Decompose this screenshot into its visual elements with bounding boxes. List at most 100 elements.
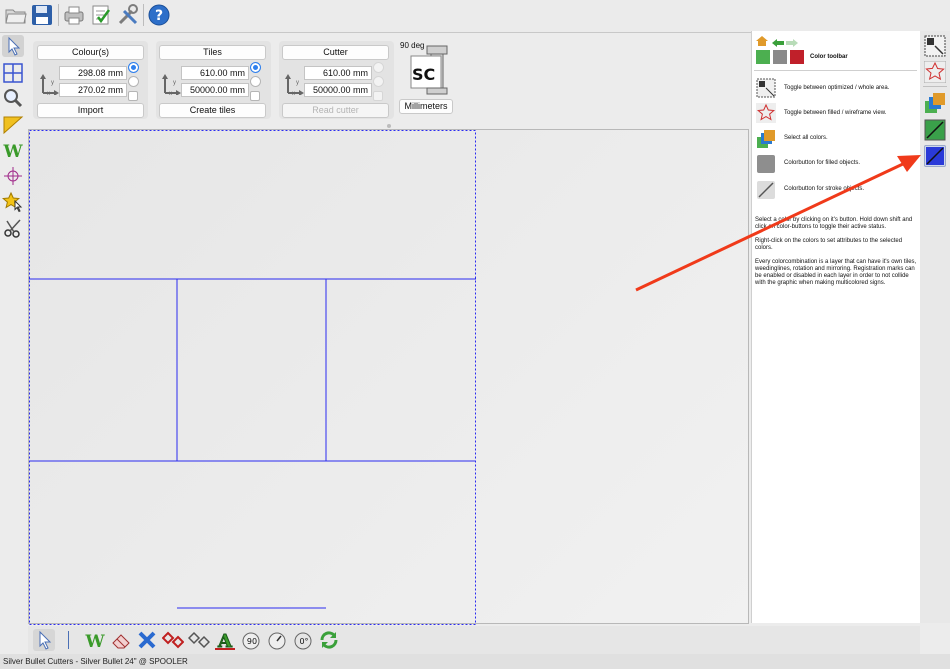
svg-text:y: y	[173, 80, 176, 86]
cutter-width-radio[interactable]	[373, 62, 384, 73]
colours-width-field[interactable]: 298.08 mm	[59, 66, 127, 80]
filled-color-icon	[756, 154, 776, 174]
back-arrow-icon[interactable]	[772, 34, 784, 47]
star-wireframe-icon	[756, 103, 776, 123]
colours-panel: Colour(s) yx 298.08 mm 270.02 mm Import	[33, 41, 148, 119]
help-paragraph: Every colorcombination is a layer that c…	[755, 259, 917, 286]
weeding-tool-icon[interactable]: W	[2, 139, 24, 162]
svg-text:?: ?	[155, 8, 163, 24]
tiling-canvas[interactable]	[28, 129, 749, 625]
registration-marks-off-icon[interactable]	[187, 629, 211, 651]
delete-x-icon[interactable]	[136, 629, 158, 651]
stroke-color-icon	[756, 180, 776, 200]
select-all-colors-icon	[756, 129, 776, 149]
help-paragraph: Right-click on the colors to set attribu…	[755, 238, 903, 251]
ruler-tool-icon[interactable]	[2, 113, 24, 135]
tiles-height-field[interactable]: 50000.00 mm	[181, 83, 249, 97]
tiles-height-radio[interactable]	[250, 76, 261, 87]
tiles-width-field[interactable]: 610.00 mm	[181, 66, 249, 80]
cutter-panel: Cutter yx 610.00 mm 50000.00 mm Read cut…	[279, 41, 394, 119]
dimension-axis-icon: yx	[282, 71, 304, 97]
dimension-axis-icon: yx	[159, 71, 181, 97]
help-item-text: Colorbutton for filled objects.	[784, 160, 861, 166]
tiles-panel: Tiles yx 610.00 mm 50000.00 mm Create ti…	[156, 41, 271, 119]
registration-mark-icon[interactable]	[2, 165, 24, 187]
colours-title: Colour(s)	[37, 45, 144, 60]
cutter-title: Cutter	[282, 45, 389, 60]
tiles-title: Tiles	[159, 45, 266, 60]
pointer-tool-icon[interactable]	[2, 35, 24, 57]
eraser-icon[interactable]	[110, 629, 132, 651]
cutter-height-field[interactable]: 50000.00 mm	[304, 83, 372, 97]
rotate-90-icon[interactable]: 90	[240, 629, 262, 651]
colours-width-radio[interactable]	[128, 62, 139, 73]
import-button[interactable]: Import	[37, 103, 144, 118]
blue-color-layer-button[interactable]	[924, 145, 946, 167]
svg-text:y: y	[296, 80, 299, 86]
cutter-logo-icon[interactable]: SC	[409, 44, 451, 96]
read-cutter-button[interactable]: Read cutter	[282, 103, 389, 118]
help-item-text: Colorbutton for stroke objects.	[784, 186, 865, 192]
color-toolbar	[920, 31, 950, 623]
tile-grid-tool-icon[interactable]	[2, 62, 24, 84]
green-color-layer-button[interactable]	[924, 119, 946, 141]
colours-lock-checkbox[interactable]	[128, 91, 138, 101]
refresh-icon[interactable]	[318, 629, 340, 651]
svg-text:y: y	[51, 80, 54, 86]
home-icon[interactable]	[756, 33, 768, 46]
tiles-width-radio[interactable]	[250, 62, 261, 73]
registration-marks-icon[interactable]	[161, 629, 185, 651]
optimize-area-toggle-icon[interactable]	[924, 35, 946, 57]
forward-arrow-icon[interactable]	[786, 34, 798, 47]
svg-text:x: x	[47, 91, 50, 95]
rotate-0-icon[interactable]: 0°	[292, 629, 314, 651]
star-select-icon[interactable]	[1, 191, 24, 213]
cutter-area-outline	[29, 130, 476, 625]
color-toolbar-preview-icon	[756, 49, 808, 65]
create-tiles-button[interactable]: Create tiles	[159, 103, 266, 118]
pointer-select-icon[interactable]	[33, 629, 55, 651]
colours-height-radio[interactable]	[128, 76, 139, 87]
checklist-icon[interactable]	[89, 3, 113, 27]
tools-settings-icon[interactable]	[116, 3, 140, 27]
select-all-colors-button[interactable]	[924, 92, 946, 114]
colours-height-field[interactable]: 270.02 mm	[59, 83, 127, 97]
print-icon[interactable]	[62, 3, 86, 27]
units-button[interactable]: Millimeters	[399, 99, 453, 114]
help-icon[interactable]: ?	[147, 3, 171, 27]
help-item-text: Select all colors.	[784, 135, 828, 141]
scissors-icon[interactable]	[2, 217, 24, 239]
open-folder-icon[interactable]	[4, 3, 28, 27]
top-toolbar: ?	[0, 0, 950, 33]
svg-text:W: W	[2, 142, 23, 161]
cutter-height-radio[interactable]	[373, 76, 384, 87]
cutter-width-field[interactable]: 610.00 mm	[304, 66, 372, 80]
tile-layout	[29, 130, 476, 625]
logo-text: SC	[412, 65, 435, 84]
text-outline-icon[interactable]: A	[214, 629, 236, 653]
svg-text:x: x	[169, 91, 172, 95]
optimize-area-icon	[756, 78, 776, 98]
cutter-lock-checkbox[interactable]	[373, 91, 383, 101]
help-item-text: Toggle between optimized / whole area.	[784, 85, 890, 91]
zoom-tool-icon[interactable]	[2, 87, 24, 109]
svg-text:W: W	[84, 632, 105, 651]
help-panel: Color toolbar Toggle between optimized /…	[751, 31, 920, 623]
color-toolbar-title: Color toolbar	[810, 54, 848, 60]
gauge-icon[interactable]	[266, 629, 288, 651]
svg-text:x: x	[292, 91, 295, 95]
weeding-lines-icon[interactable]: W	[84, 629, 106, 652]
dimension-axis-icon: yx	[37, 71, 59, 97]
tiles-lock-checkbox[interactable]	[250, 91, 260, 101]
bottom-toolbar: W A 90 0°	[28, 626, 920, 654]
status-bar: Silver Bullet Cutters - Silver Bullet 24…	[0, 654, 950, 669]
wireframe-toggle-icon[interactable]	[923, 60, 947, 84]
tile-lines	[29, 278, 476, 462]
help-item-text: Toggle between filled / wireframe view.	[784, 110, 887, 116]
save-icon[interactable]	[30, 3, 54, 27]
help-paragraph: Select a color by clicking on it's butto…	[755, 217, 913, 230]
rotate-0-label: 0°	[299, 637, 308, 646]
resize-handle[interactable]	[387, 124, 391, 128]
left-toolbar: W	[0, 33, 27, 623]
rotate-90-label: 90	[247, 637, 257, 646]
